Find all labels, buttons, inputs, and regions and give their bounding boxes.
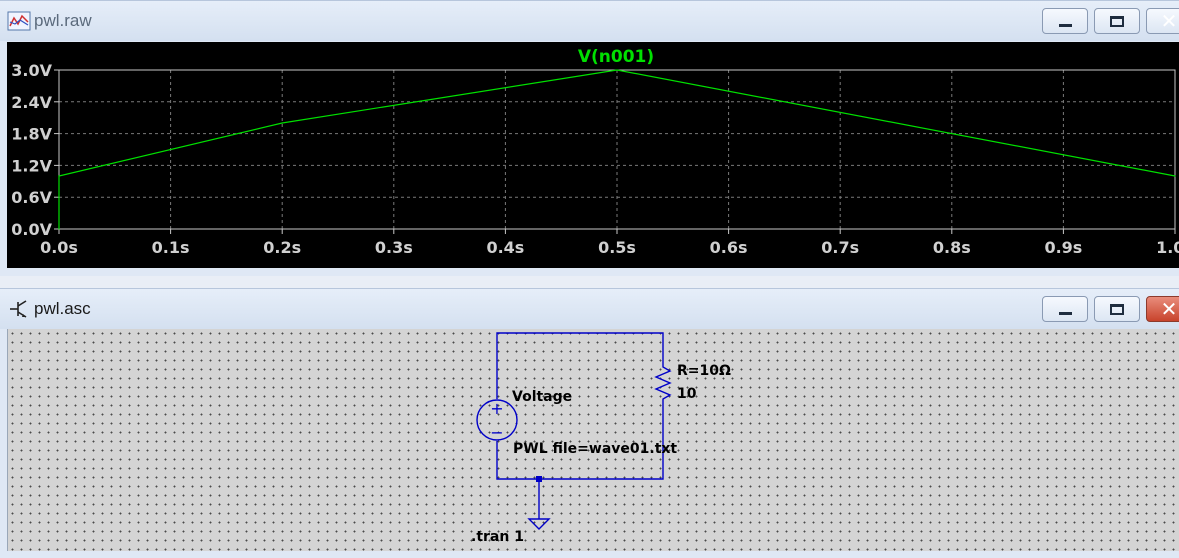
schematic-app-icon bbox=[10, 300, 27, 318]
close-icon: ✕ bbox=[1160, 297, 1178, 321]
y-tick-label: 0.0V bbox=[11, 220, 52, 239]
data-point bbox=[281, 122, 283, 124]
x-tick-label: 0.2s bbox=[263, 238, 301, 257]
plus-icon: + bbox=[490, 399, 503, 418]
schematic-window: pwl.asc ✕ + − Voltage PWL file=wave01.tx… bbox=[0, 288, 1179, 558]
x-tick-label: 1.0s bbox=[1156, 238, 1179, 257]
schematic-titlebar[interactable]: pwl.asc ✕ bbox=[0, 289, 1179, 329]
y-tick-label: 0.6V bbox=[11, 188, 52, 207]
close-icon: ✕ bbox=[1160, 9, 1178, 33]
minimize-icon bbox=[1058, 311, 1072, 315]
y-axis-ticks: 0.0V 0.6V 1.2V 1.8V 2.4V 3.0V bbox=[11, 61, 59, 239]
waveform-titlebar[interactable]: pwl.raw ✕ bbox=[0, 1, 1179, 41]
junction-dot[interactable] bbox=[536, 476, 542, 482]
x-tick-label: 0.1s bbox=[152, 238, 190, 257]
x-tick-label: 0.9s bbox=[1044, 238, 1082, 257]
resistor-name-label[interactable]: R=10Ω bbox=[677, 363, 731, 379]
minus-icon: − bbox=[490, 423, 503, 442]
voltage-source[interactable]: + − bbox=[476, 399, 518, 442]
x-tick-label: 0.6s bbox=[710, 238, 748, 257]
x-tick-label: 0.8s bbox=[933, 238, 971, 257]
y-tick-label: 1.2V bbox=[11, 156, 52, 175]
minimize-button[interactable] bbox=[1042, 8, 1088, 34]
source-name-label[interactable]: Voltage bbox=[512, 389, 572, 405]
maximize-icon bbox=[1110, 15, 1124, 27]
data-point bbox=[58, 175, 60, 177]
close-button[interactable]: ✕ bbox=[1146, 8, 1179, 34]
x-tick-label: 0.4s bbox=[486, 238, 524, 257]
x-tick-label: 0.5s bbox=[598, 238, 636, 257]
resistor-value-label[interactable]: 10 bbox=[677, 386, 697, 402]
minimize-icon bbox=[1058, 23, 1072, 27]
schematic-canvas[interactable]: + − Voltage PWL file=wave01.txt R=10Ω 10… bbox=[7, 329, 1179, 551]
x-axis-ticks: 0.0s 0.1s 0.2s 0.3s 0.4s 0.5s 0.6s 0.7s 0.8s 0.9s… bbox=[40, 229, 1179, 257]
source-value-label[interactable]: PWL file=wave01.txt bbox=[513, 441, 677, 457]
minimize-button[interactable] bbox=[1042, 296, 1088, 322]
y-tick-label: 2.4V bbox=[11, 93, 52, 112]
data-point bbox=[58, 228, 60, 230]
ground-icon[interactable] bbox=[527, 518, 551, 530]
waveform-window: pwl.raw ✕ 0.0V 0.6V 1.2V 1.8V 2.4V 3.0V 0.0s 0… bbox=[0, 0, 1179, 276]
resistor[interactable] bbox=[654, 363, 672, 401]
waveform-app-icon bbox=[7, 11, 31, 31]
schematic-window-title: pwl.asc bbox=[34, 299, 91, 318]
y-tick-label: 3.0V bbox=[11, 61, 52, 80]
close-button[interactable]: ✕ bbox=[1146, 296, 1179, 322]
data-point bbox=[616, 69, 618, 71]
trace-title[interactable]: V(n001) bbox=[578, 47, 654, 67]
wires[interactable] bbox=[496, 332, 664, 519]
maximize-button[interactable] bbox=[1094, 8, 1140, 34]
grid-lines bbox=[59, 70, 1175, 229]
tran-directive[interactable]: .tran 1 bbox=[471, 529, 524, 545]
waveform-window-title: pwl.raw bbox=[34, 11, 92, 30]
waveform-chart[interactable]: 0.0V 0.6V 1.2V 1.8V 2.4V 3.0V 0.0s 0.1s 0.2s 0.3… bbox=[7, 42, 1179, 268]
waveform-plot-area[interactable]: 0.0V 0.6V 1.2V 1.8V 2.4V 3.0V 0.0s 0.1s 0.2s 0.3… bbox=[7, 42, 1179, 268]
schematic-drawing[interactable]: + − Voltage PWL file=wave01.txt R=10Ω 10… bbox=[8, 329, 1179, 551]
maximize-icon bbox=[1110, 303, 1124, 315]
x-tick-label: 0.0s bbox=[40, 238, 78, 257]
wire-bottom[interactable] bbox=[496, 401, 664, 480]
x-tick-label: 0.3s bbox=[375, 238, 413, 257]
data-point bbox=[1174, 175, 1176, 177]
maximize-button[interactable] bbox=[1094, 296, 1140, 322]
x-tick-label: 0.7s bbox=[821, 238, 859, 257]
y-tick-label: 1.8V bbox=[11, 125, 52, 144]
